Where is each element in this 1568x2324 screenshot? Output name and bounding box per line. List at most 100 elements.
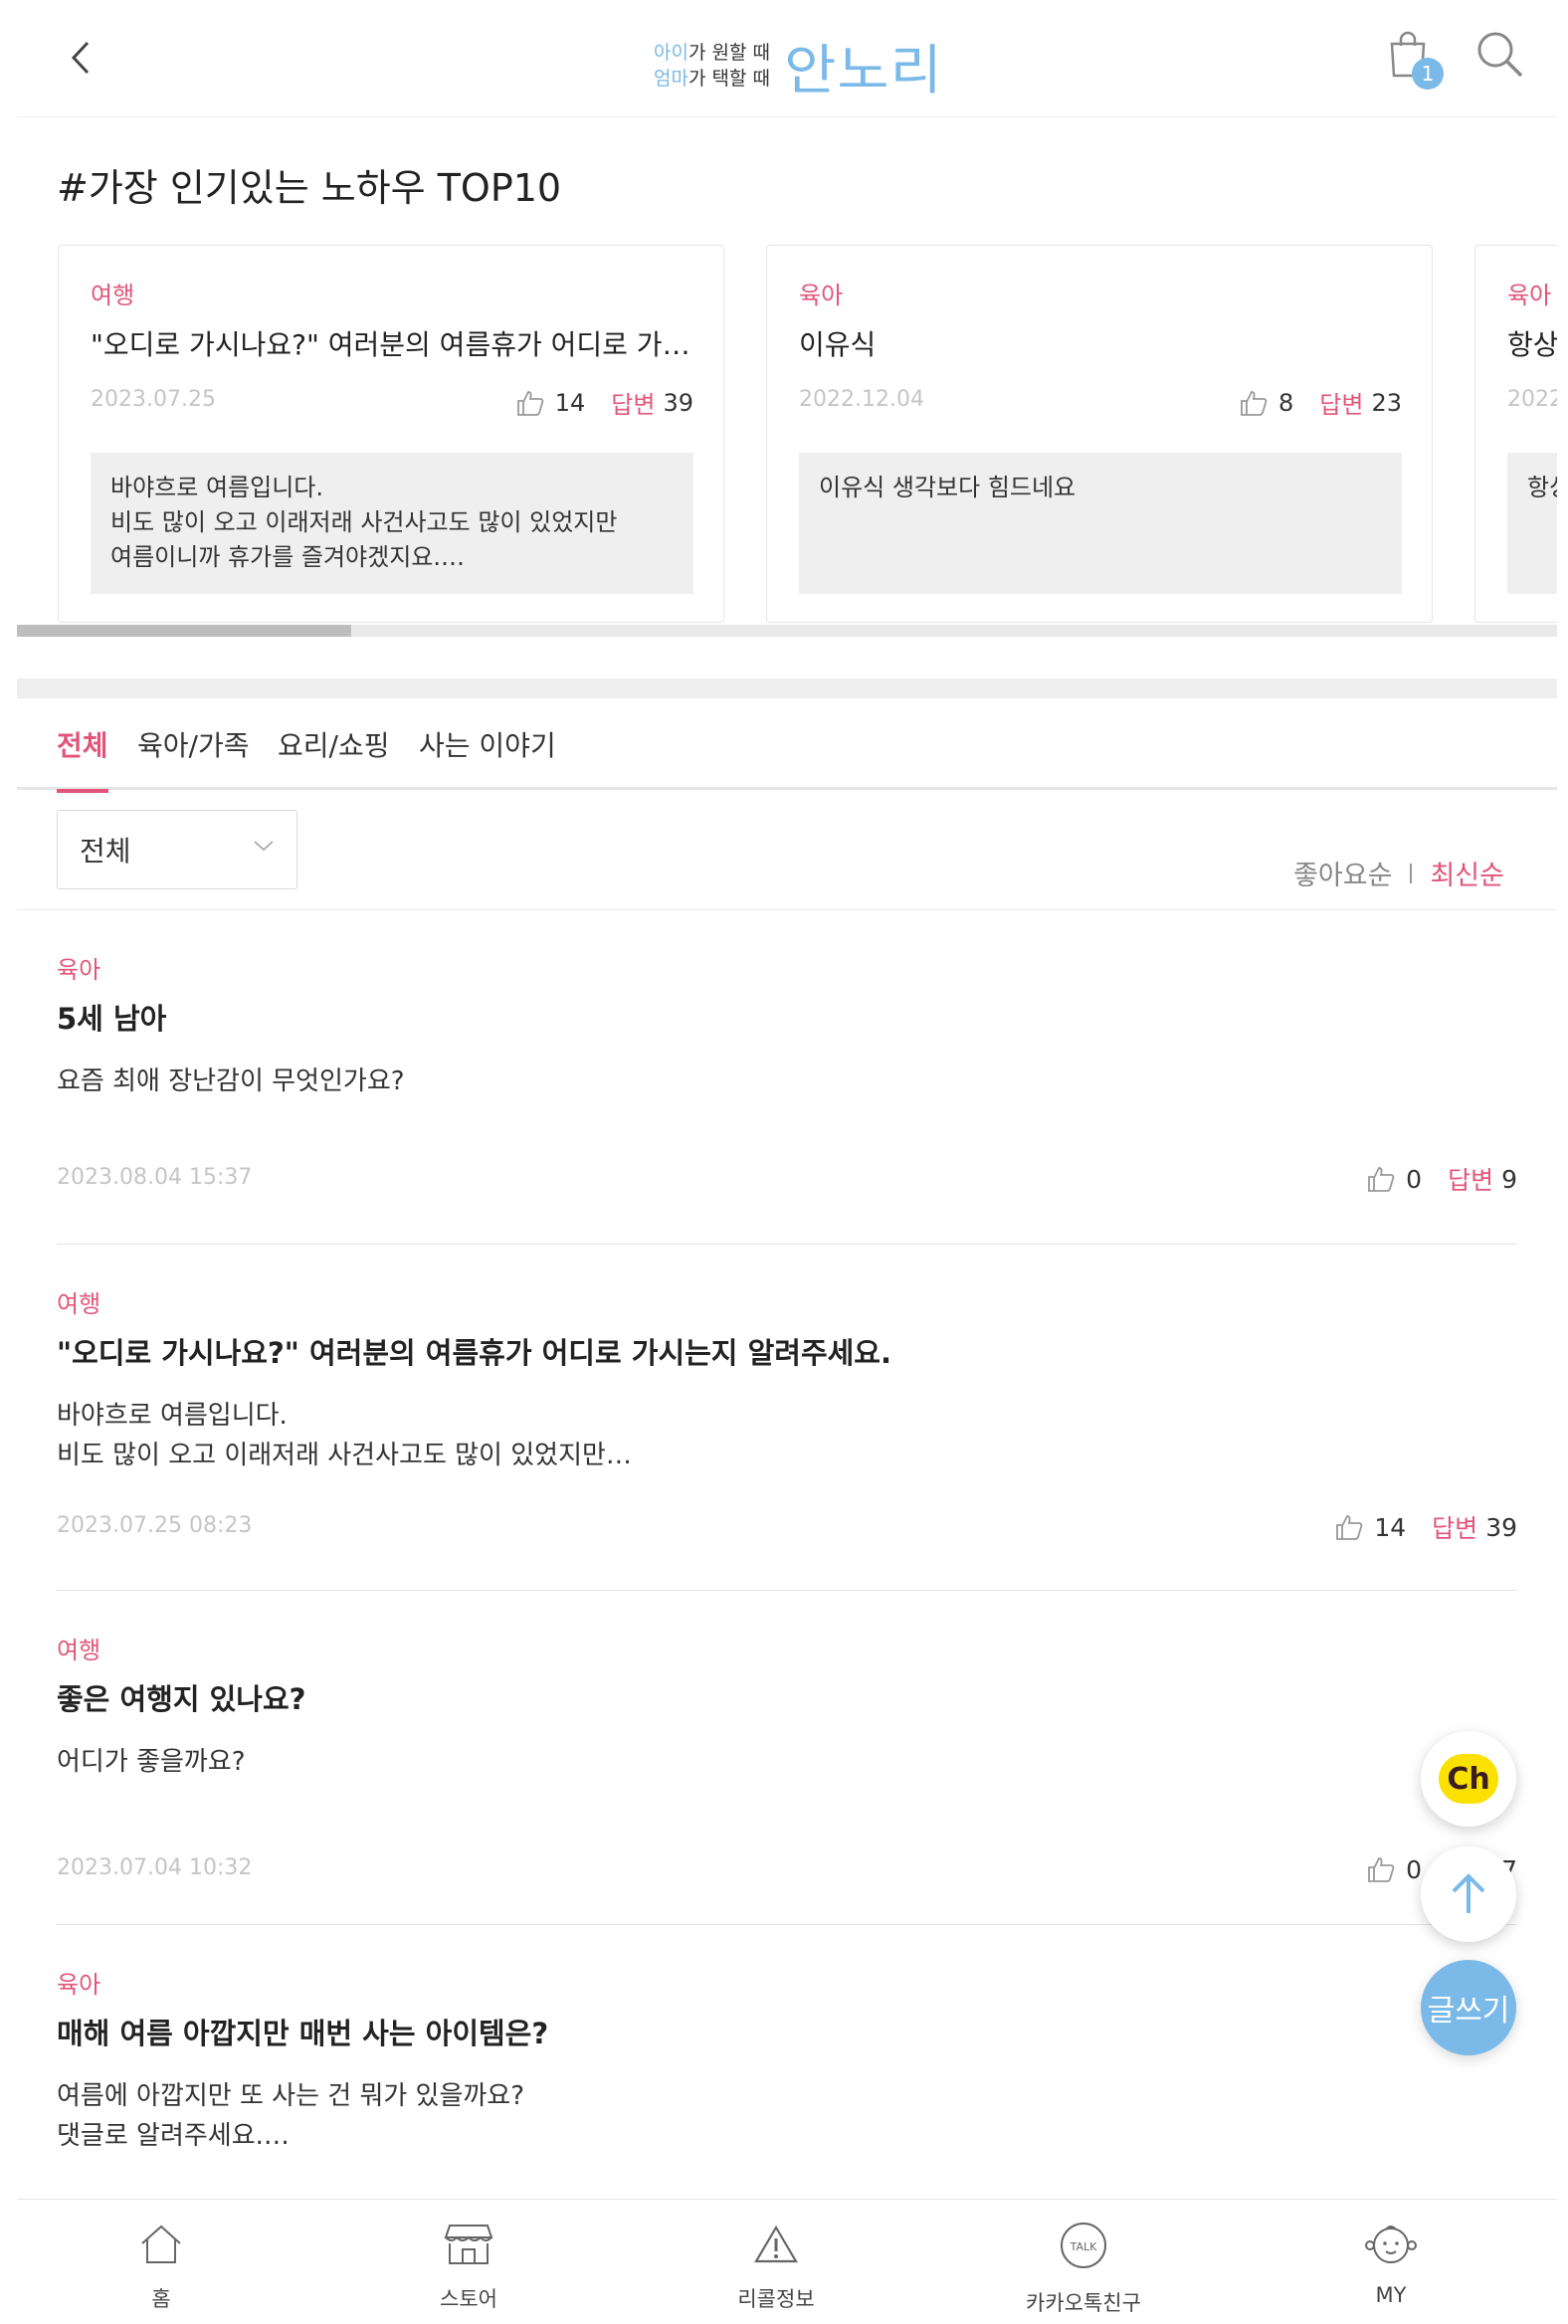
logo-tag-text-2: 가 택할 때	[687, 67, 770, 90]
tab-all[interactable]: 전체	[57, 724, 108, 793]
answer-label: 답변	[611, 391, 656, 419]
card-stats: 8 답변 23	[1239, 385, 1402, 420]
card-excerpt: 바야흐로 여름입니다. 비도 많이 오고 이래저래 사건사고도 많이 있었지만 …	[91, 453, 693, 594]
nav-label: 카카오톡친구	[1026, 2291, 1141, 2315]
card-excerpt: 항상	[1507, 453, 1557, 594]
section-divider	[17, 678, 1557, 698]
post-answer-count: 39	[1485, 1512, 1517, 1542]
card-title: 항상	[1507, 328, 1557, 361]
nav-recall-info[interactable]: 리콜정보	[686, 2222, 866, 2313]
nav-store[interactable]: 스토어	[379, 2222, 558, 2313]
logo-tag-text-1: 가 원할 때	[687, 41, 770, 64]
brand-logo[interactable]: 아이가 원할 때 엄마가 택할 때 안노리	[654, 26, 942, 104]
top10-carousel[interactable]: 여행 "오디로 가시나요?" 여러분의 여름휴가 어디로 가시는지 알려주세요.…	[17, 245, 1557, 623]
post-title: 5세 남아	[57, 1002, 167, 1036]
card-stats: 14 답변 39	[515, 385, 693, 420]
post-category: 육아	[57, 1971, 101, 1999]
post-list-item[interactable]: 육아 매해 여름 아깝지만 매번 사는 아이템은? 여름에 아깝지만 또 사는 …	[57, 1925, 1517, 2204]
card-title: "오디로 가시나요?" 여러분의 여름휴가 어디로 가시는지 알려주세요.	[91, 328, 697, 361]
logo-wordmark: 안노리	[784, 39, 943, 101]
warning-icon	[754, 2225, 798, 2263]
thumbs-up-icon	[1368, 1857, 1395, 1882]
card-title: 이유식	[799, 328, 877, 361]
post-stats: 14 답변 39	[1334, 1509, 1517, 1545]
logo-tagline: 아이가 원할 때 엄마가 택할 때	[654, 40, 770, 92]
top10-section-title: #가장 인기있는 노하우 TOP10	[57, 166, 562, 210]
category-filter-select[interactable]: 전체	[57, 810, 297, 889]
card-date: 2023.07.25	[91, 387, 216, 412]
post-like-count: 0	[1406, 1164, 1423, 1194]
filter-selected-value: 전체	[80, 835, 131, 868]
post-excerpt: 여름에 아깝지만 또 사는 건 뭐가 있을까요? 댓글로 알려주세요.…	[57, 2081, 525, 2151]
home-icon	[141, 2225, 181, 2263]
back-button[interactable]	[53, 30, 108, 86]
search-icon	[1477, 32, 1523, 78]
thumbs-up-icon	[1241, 390, 1268, 416]
post-excerpt: 요즘 최애 장난감이 무엇인가요?	[57, 1066, 405, 1096]
post-title: 좋은 여행지 있나요?	[57, 1682, 306, 1716]
card-like-count: 8	[1278, 388, 1294, 417]
card-date: 2022.12.04	[799, 387, 924, 412]
post-date: 2023.08.04 15:37	[57, 1165, 253, 1190]
post-list-item[interactable]: 여행 "오디로 가시나요?" 여러분의 여름휴가 어디로 가시는지 알려주세요.…	[57, 1245, 1517, 1591]
post-category: 육아	[57, 956, 101, 984]
sort-by-likes[interactable]: 좋아요순	[1293, 854, 1392, 892]
nav-kakao-friend[interactable]: TALK 카카오톡친구	[994, 2222, 1173, 2317]
post-date: 2023.07.25 08:23	[57, 1513, 253, 1538]
nav-label: MY	[1375, 2283, 1407, 2307]
post-list-item[interactable]: 여행 좋은 여행지 있나요? 어디가 좋을까요? 2023.07.04 10:3…	[57, 1591, 1517, 1925]
kakao-talk-icon: TALK	[1061, 2223, 1106, 2268]
card-category: 육아	[799, 282, 844, 309]
chevron-down-icon	[254, 841, 274, 852]
category-tabs: 전체 육아/가족 요리/쇼핑 사는 이야기	[17, 712, 1557, 793]
tab-cooking-shopping[interactable]: 요리/쇼핑	[278, 724, 389, 790]
sort-separator	[1410, 863, 1413, 883]
bottom-navigation: 홈 스토어 리콜정보 TALK 카카오톡친구 MY	[17, 2199, 1557, 2324]
post-like-count: 14	[1374, 1512, 1407, 1542]
card-answer-count: 39	[663, 388, 693, 417]
post-date: 2023.07.04 10:32	[57, 1855, 253, 1880]
kakao-channel-button[interactable]: Ch	[1421, 1731, 1516, 1827]
tab-life-stories[interactable]: 사는 이야기	[419, 724, 556, 790]
card-category: 여행	[91, 282, 135, 309]
post-category: 여행	[57, 1637, 101, 1664]
cart-button[interactable]: 1	[1386, 30, 1444, 90]
post-excerpt: 바야흐로 여름입니다. 비도 많이 오고 이래저래 사건사고도 많이 있었지만…	[57, 1401, 632, 1470]
store-icon	[444, 2225, 493, 2264]
card-like-count: 14	[554, 388, 586, 417]
post-title: 매해 여름 아깝지만 매번 사는 아이템은?	[57, 2017, 549, 2050]
thumbs-up-icon	[516, 390, 544, 416]
logo-tag-highlight-1: 아이	[654, 41, 688, 64]
sort-by-latest[interactable]: 최신순	[1430, 854, 1504, 892]
nav-label: 리콜정보	[737, 2287, 815, 2311]
tab-parenting-family[interactable]: 육아/가족	[137, 724, 249, 790]
write-post-button[interactable]: 글쓰기	[1421, 1960, 1516, 2055]
baby-face-icon	[1365, 2226, 1417, 2263]
answer-label: 답변	[1432, 1514, 1478, 1543]
search-button[interactable]	[1475, 30, 1531, 86]
card-date: 2022	[1507, 387, 1557, 412]
top10-card[interactable]: 육아 항상 2022 항상	[1474, 245, 1557, 623]
post-title: "오디로 가시나요?" 여러분의 여름휴가 어디로 가시는지 알려주세요.	[57, 1336, 891, 1370]
card-excerpt: 이유식 생각보다 힘드네요	[799, 453, 1402, 594]
svg-text:TALK: TALK	[1070, 2240, 1098, 2253]
answer-label: 답변	[1319, 391, 1364, 419]
cart-count-badge: 1	[1412, 58, 1444, 90]
top10-card[interactable]: 육아 이유식 2022.12.04 8 답변 23 이유식 생각보다 힘드네요	[766, 245, 1433, 623]
top-header: 아이가 원할 때 엄마가 택할 때 안노리 1	[17, 0, 1557, 117]
carousel-scrollbar-thumb[interactable]	[17, 625, 351, 637]
post-list-item[interactable]: 육아 5세 남아 요즘 최애 장난감이 무엇인가요? 2023.08.04 15…	[57, 910, 1517, 1245]
card-category: 육아	[1507, 282, 1552, 309]
nav-my[interactable]: MY	[1301, 2222, 1480, 2307]
kakao-channel-icon: Ch	[1439, 1754, 1498, 1804]
nav-home[interactable]: 홈	[72, 2222, 251, 2313]
top10-card[interactable]: 여행 "오디로 가시나요?" 여러분의 여름휴가 어디로 가시는지 알려주세요.…	[58, 245, 724, 623]
arrow-up-icon	[1452, 1873, 1485, 1913]
scroll-to-top-button[interactable]	[1421, 1846, 1516, 1942]
answer-label: 답변	[1448, 1166, 1494, 1195]
thumbs-up-icon	[1336, 1515, 1363, 1540]
carousel-scrollbar[interactable]	[17, 625, 1557, 637]
channel-label: Ch	[1447, 1761, 1490, 1797]
chevron-left-icon	[71, 41, 90, 75]
nav-label: 스토어	[440, 2287, 497, 2311]
